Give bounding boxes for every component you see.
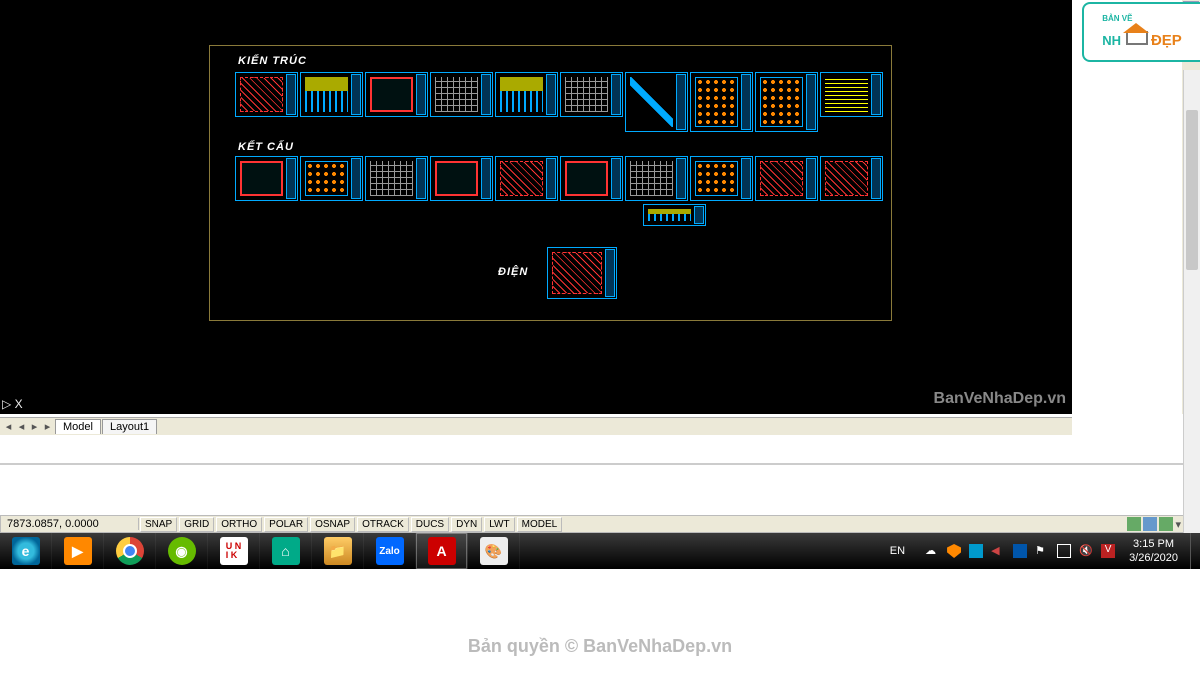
status-bar: 7873.0857, 0.0000 SNAP GRID ORTHO POLAR … [0,515,1200,533]
drawing-sheet[interactable] [625,72,688,132]
tray-arrow-icon[interactable]: ◀ [991,544,1005,558]
drawing-row-structure [235,156,885,201]
status-toggle-otrack[interactable]: OTRACK [357,517,409,532]
status-toggle-grid[interactable]: GRID [179,517,214,532]
cad-model-space[interactable]: KIẾN TRÚC KẾT CẤU ĐIỆN BanVeNhaDep.vn ▷ … [0,0,1072,414]
tab-model[interactable]: Model [55,419,101,434]
drawing-sheet[interactable] [560,72,623,117]
tray-shield-icon[interactable] [947,544,961,558]
tray-cloud-icon[interactable]: ☁ [925,544,939,558]
canvas-watermark: BanVeNhaDep.vn [934,390,1066,408]
tray-power-icon[interactable] [1057,544,1071,558]
watermark-logo: BẢN VẼ NH ĐẸP [1082,2,1200,62]
drawing-sheet[interactable] [755,156,818,201]
drawing-row-structure-extra [643,204,708,226]
section-label-kientruc: KIẾN TRÚC [238,55,307,67]
drawing-sheet[interactable] [547,247,617,299]
taskbar-unikey[interactable]: U NI K [208,533,260,569]
drawing-sheet[interactable] [495,72,558,117]
drawing-sheet[interactable] [300,156,363,201]
ucs-cursor-icon: ▷ X [2,397,23,411]
tray-app-icon[interactable] [969,544,983,558]
status-icon[interactable] [1143,517,1157,531]
status-icon[interactable] [1159,517,1173,531]
drawing-sheet[interactable] [625,156,688,201]
taskbar-chrome[interactable] [104,533,156,569]
drawing-sheet[interactable] [300,72,363,117]
drawing-sheet[interactable] [755,72,818,132]
drawing-sheet[interactable] [235,156,298,201]
drawing-sheet[interactable] [430,72,493,117]
status-toggle-polar[interactable]: POLAR [264,517,308,532]
tray-flag-icon[interactable]: ⚑ [1035,544,1049,558]
section-label-ketcau: KẾT CẤU [238,141,294,153]
status-toggle-osnap[interactable]: OSNAP [310,517,355,532]
status-toggle-dyn[interactable]: DYN [451,517,482,532]
tab-layout1[interactable]: Layout1 [102,419,157,434]
logo-text-right: ĐẸP [1151,32,1182,49]
status-toggle-snap[interactable]: SNAP [140,517,177,532]
status-icon[interactable] [1127,517,1141,531]
status-toggle-ortho[interactable]: ORTHO [216,517,262,532]
drawing-sheet[interactable] [365,72,428,117]
drawing-sheet[interactable] [820,156,883,201]
tray-time: 3:15 PM [1129,537,1178,551]
status-toggle-model[interactable]: MODEL [517,517,563,532]
windows-taskbar: e ▶ ◉ U NI K ⌂ 📁 Zalo A 🎨 EN ☁ ◀ ⚑ 🔇 V 3… [0,533,1200,569]
logo-text-left: NH [1102,33,1121,48]
drawing-sheet[interactable] [690,72,753,132]
show-desktop-button[interactable] [1190,533,1200,569]
taskbar-zalo[interactable]: Zalo [364,533,416,569]
tab-nav-arrows[interactable]: ◂◂▸▸ [2,420,54,433]
tray-app-icon[interactable] [1013,544,1027,558]
tray-date: 3/26/2020 [1129,551,1178,565]
status-toggle-ducs[interactable]: DUCS [411,517,449,532]
drawing-sheet[interactable] [430,156,493,201]
taskbar-coccoc[interactable]: ◉ [156,533,208,569]
layout-tabs-bar: ◂◂▸▸ Model Layout1 [0,417,1072,435]
drawing-sheet[interactable] [820,72,883,117]
taskbar-explorer[interactable]: 📁 [312,533,364,569]
status-dropdown-icon[interactable]: ▾ [1175,518,1181,531]
drawing-sheet[interactable] [365,156,428,201]
page-scrollbar[interactable] [1183,70,1200,533]
drawing-sheet[interactable] [690,156,753,201]
tray-volume-icon[interactable]: 🔇 [1079,544,1093,558]
drawing-row-electrical [547,247,619,299]
system-tray: EN ☁ ◀ ⚑ 🔇 V 3:15 PM 3/26/2020 [890,533,1200,569]
logo-text-top: BẢN VẼ [1102,14,1182,23]
section-label-dien: ĐIỆN [498,266,528,278]
page-copyright-watermark: Bản quyền © BanVeNhaDep.vn [0,636,1200,657]
taskbar-paint[interactable]: 🎨 [468,533,520,569]
drawing-sheet[interactable] [495,156,558,201]
drawing-sheet[interactable] [560,156,623,201]
house-icon [1123,23,1149,45]
command-line-area[interactable] [0,435,1200,465]
taskbar-autocad[interactable]: A [416,533,468,569]
drawing-sheet[interactable] [235,72,298,117]
drawing-sheet[interactable] [643,204,706,226]
drawing-row-architecture [235,72,885,132]
taskbar-ie[interactable]: e [0,533,52,569]
tray-language[interactable]: EN [890,545,905,557]
tray-clock[interactable]: 3:15 PM 3/26/2020 [1125,535,1190,567]
status-toggle-lwt[interactable]: LWT [484,517,514,532]
coordinate-readout: 7873.0857, 0.0000 [1,518,139,530]
tray-app-icon[interactable]: V [1101,544,1115,558]
taskbar-media[interactable]: ▶ [52,533,104,569]
taskbar-app-green[interactable]: ⌂ [260,533,312,569]
